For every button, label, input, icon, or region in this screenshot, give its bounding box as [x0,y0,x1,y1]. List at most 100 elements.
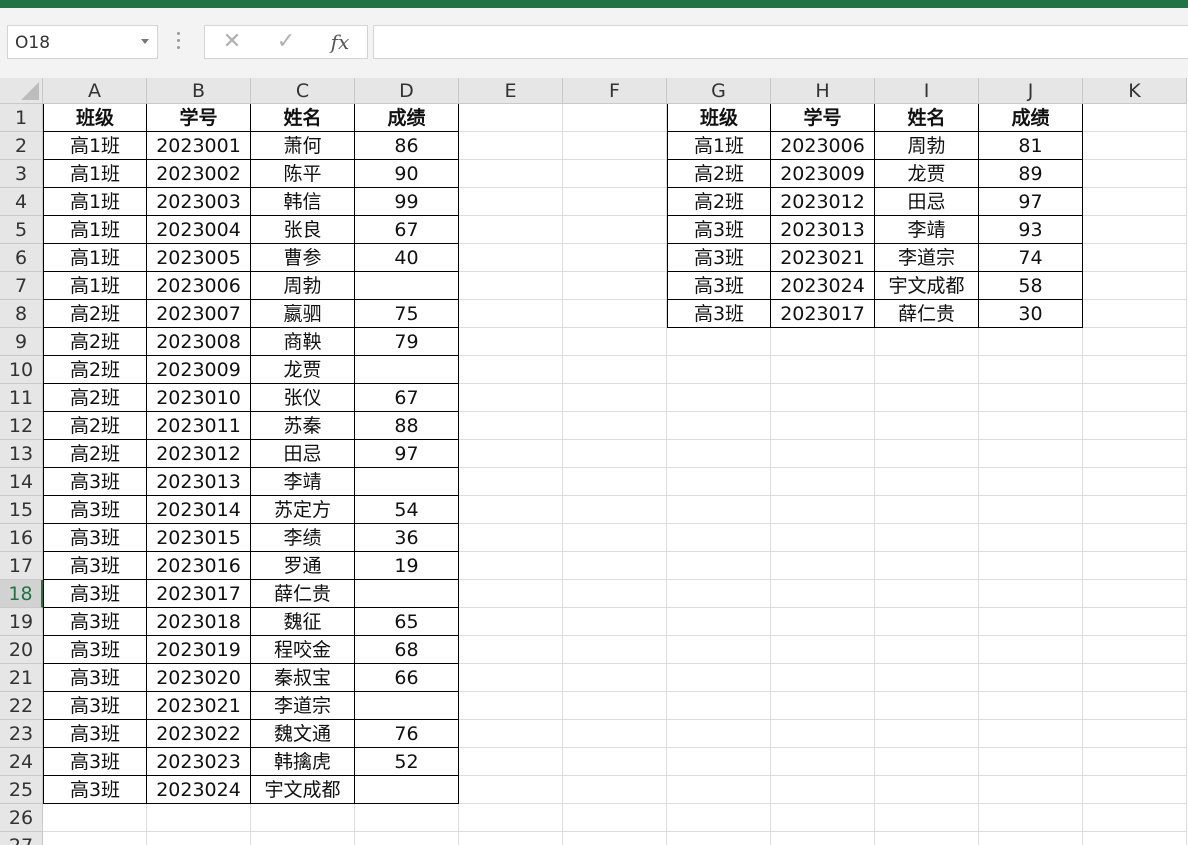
table-cell-a2[interactable]: 高1班 [43,132,147,160]
formula-input[interactable] [373,25,1188,59]
table-cell-d20[interactable]: 68 [355,636,459,664]
cell-i14[interactable] [875,468,979,496]
row-header-21[interactable]: 21 [0,664,43,692]
cell-j16[interactable] [979,524,1083,552]
table-cell-a24[interactable]: 高3班 [43,748,147,776]
table-header-a1[interactable]: 班级 [43,104,147,132]
row-header-13[interactable]: 13 [0,440,43,468]
table-cell-a23[interactable]: 高3班 [43,720,147,748]
cell-i16[interactable] [875,524,979,552]
cell-k14[interactable] [1083,468,1187,496]
table-cell-d4[interactable]: 99 [355,188,459,216]
cell-e24[interactable] [459,748,563,776]
cell-g16[interactable] [667,524,771,552]
cell-f8[interactable] [563,300,667,328]
cell-f25[interactable] [563,776,667,804]
drag-handle-icon[interactable] [176,32,182,52]
table-cell-d10[interactable] [355,356,459,384]
table-cell-a7[interactable]: 高1班 [43,272,147,300]
cell-f6[interactable] [563,244,667,272]
cell-h20[interactable] [771,636,875,664]
table-cell-b7[interactable]: 2023006 [147,272,251,300]
cell-g11[interactable] [667,384,771,412]
row-header-27[interactable]: 27 [0,832,43,845]
cell-f18[interactable] [563,580,667,608]
table-cell-b23[interactable]: 2023022 [147,720,251,748]
cell-k4[interactable] [1083,188,1187,216]
table-cell-b21[interactable]: 2023020 [147,664,251,692]
cell-i23[interactable] [875,720,979,748]
cell-h25[interactable] [771,776,875,804]
row-header-16[interactable]: 16 [0,524,43,552]
table-cell-h2[interactable]: 2023006 [771,132,875,160]
row-header-11[interactable]: 11 [0,384,43,412]
cell-e4[interactable] [459,188,563,216]
table-cell-a15[interactable]: 高3班 [43,496,147,524]
cell-i27[interactable] [875,832,979,845]
table-cell-c9[interactable]: 商鞅 [251,328,355,356]
table-cell-i6[interactable]: 李道宗 [875,244,979,272]
table-cell-d15[interactable]: 54 [355,496,459,524]
cell-g24[interactable] [667,748,771,776]
table-cell-d12[interactable]: 88 [355,412,459,440]
row-header-3[interactable]: 3 [0,160,43,188]
cell-e23[interactable] [459,720,563,748]
table-cell-b18[interactable]: 2023017 [147,580,251,608]
table-cell-a14[interactable]: 高3班 [43,468,147,496]
cell-f12[interactable] [563,412,667,440]
cell-e5[interactable] [459,216,563,244]
table-cell-c11[interactable]: 张仪 [251,384,355,412]
cell-k26[interactable] [1083,804,1187,832]
cell-e11[interactable] [459,384,563,412]
cell-g20[interactable] [667,636,771,664]
cell-h21[interactable] [771,664,875,692]
table-cell-a22[interactable]: 高3班 [43,692,147,720]
row-header-25[interactable]: 25 [0,776,43,804]
table-cell-b22[interactable]: 2023021 [147,692,251,720]
cell-g13[interactable] [667,440,771,468]
cell-i21[interactable] [875,664,979,692]
table-cell-c18[interactable]: 薛仁贵 [251,580,355,608]
cell-k27[interactable] [1083,832,1187,845]
table-cell-b14[interactable]: 2023013 [147,468,251,496]
table-cell-b11[interactable]: 2023010 [147,384,251,412]
table-cell-c25[interactable]: 宇文成都 [251,776,355,804]
cell-j14[interactable] [979,468,1083,496]
insert-function-button[interactable]: fx [323,30,357,54]
cell-k21[interactable] [1083,664,1187,692]
table-cell-b9[interactable]: 2023008 [147,328,251,356]
cell-f24[interactable] [563,748,667,776]
cell-k20[interactable] [1083,636,1187,664]
cell-g26[interactable] [667,804,771,832]
cell-k2[interactable] [1083,132,1187,160]
table-cell-a18[interactable]: 高3班 [43,580,147,608]
cell-k16[interactable] [1083,524,1187,552]
cell-i26[interactable] [875,804,979,832]
cell-k22[interactable] [1083,692,1187,720]
cell-j21[interactable] [979,664,1083,692]
cell-e7[interactable] [459,272,563,300]
cell-h10[interactable] [771,356,875,384]
cell-h13[interactable] [771,440,875,468]
cell-e27[interactable] [459,832,563,845]
cell-e3[interactable] [459,160,563,188]
table-cell-c24[interactable]: 韩擒虎 [251,748,355,776]
table-cell-c23[interactable]: 魏文通 [251,720,355,748]
cell-e25[interactable] [459,776,563,804]
table-cell-b17[interactable]: 2023016 [147,552,251,580]
table-cell-i4[interactable]: 田忌 [875,188,979,216]
table-cell-c17[interactable]: 罗通 [251,552,355,580]
table-header-g1[interactable]: 班级 [667,104,771,132]
cell-g22[interactable] [667,692,771,720]
table-cell-h4[interactable]: 2023012 [771,188,875,216]
row-header-23[interactable]: 23 [0,720,43,748]
cell-e20[interactable] [459,636,563,664]
cell-i20[interactable] [875,636,979,664]
cell-e8[interactable] [459,300,563,328]
cell-h12[interactable] [771,412,875,440]
table-header-j1[interactable]: 成绩 [979,104,1083,132]
cell-i13[interactable] [875,440,979,468]
row-header-22[interactable]: 22 [0,692,43,720]
table-cell-c22[interactable]: 李道宗 [251,692,355,720]
table-cell-d18[interactable] [355,580,459,608]
